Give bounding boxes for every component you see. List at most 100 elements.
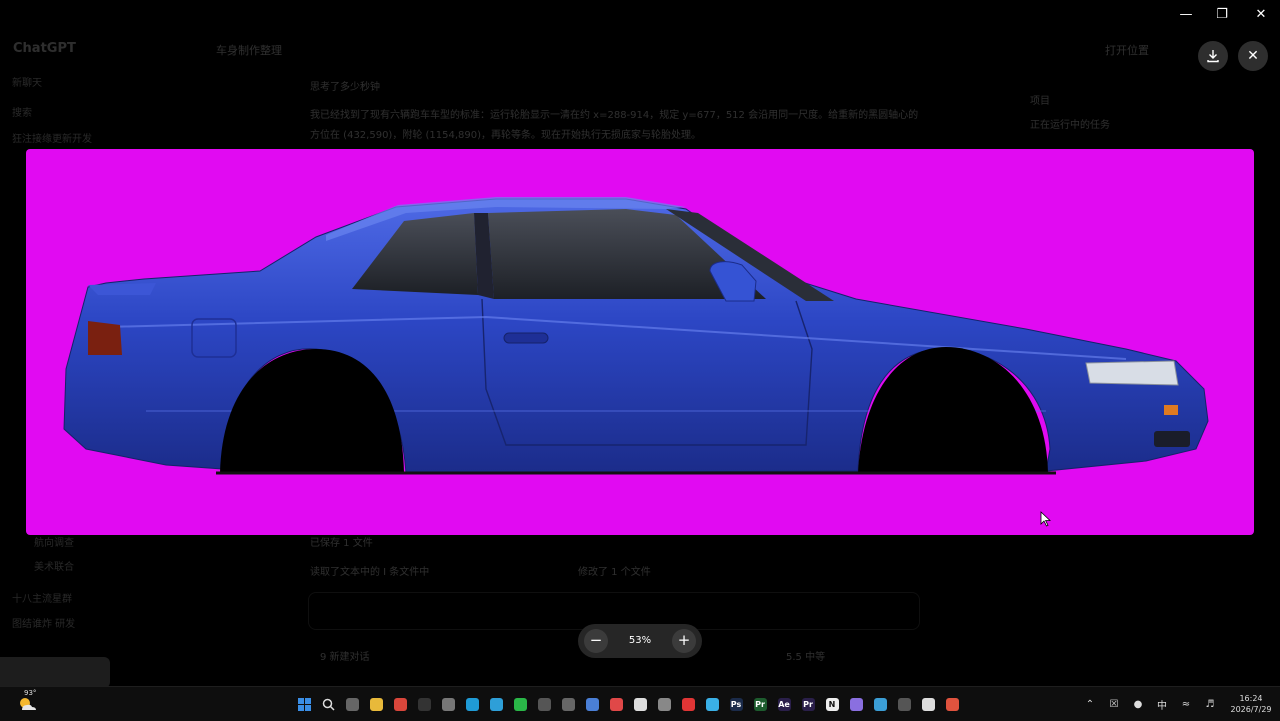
taskbar-app-chrome-2[interactable] bbox=[940, 693, 964, 715]
chatgpt-icon bbox=[921, 697, 935, 711]
headlight bbox=[1085, 360, 1179, 386]
network-off-icon[interactable]: ☒ bbox=[1102, 699, 1126, 710]
close-viewer-button[interactable]: ✕ bbox=[1238, 41, 1268, 71]
image-viewer bbox=[26, 149, 1254, 535]
lower-status: 已保存 1 文件 bbox=[310, 538, 373, 549]
taskbar-apps: Ps Pr Ae Pr N bbox=[292, 693, 964, 715]
taskbar-app-file-explorer[interactable] bbox=[364, 693, 388, 715]
taskbar-app-app-a[interactable] bbox=[412, 693, 436, 715]
mouse-cursor bbox=[1040, 511, 1052, 527]
after-effects-icon: Ae bbox=[777, 697, 791, 711]
taskbar-app-app-m[interactable] bbox=[844, 693, 868, 715]
right-panel-item: 正在运行中的任务 bbox=[1030, 120, 1110, 131]
lower-status: 修改了 1 个文件 bbox=[578, 567, 651, 578]
app-j-icon bbox=[681, 697, 695, 711]
app-d-icon bbox=[537, 697, 551, 711]
search-icon bbox=[322, 698, 335, 711]
volume-icon[interactable]: ♬ bbox=[1198, 699, 1222, 710]
system-tray: ⌃ ☒ ● 中 ≈ ♬ 16:24 2026/7/29 bbox=[1078, 687, 1280, 721]
sidebar-item: 搜索 bbox=[12, 108, 32, 119]
notion-icon: N bbox=[825, 697, 839, 711]
door-handle bbox=[503, 332, 549, 344]
sidebar-item: 图结谁炸 研发 bbox=[12, 619, 76, 630]
taskbar-app-chatgpt[interactable] bbox=[916, 693, 940, 715]
taskbar-app-app-h[interactable] bbox=[628, 693, 652, 715]
app-k-icon bbox=[705, 697, 719, 711]
taskbar-app-app-l[interactable]: Pr bbox=[748, 693, 772, 715]
composer-meta: 5.5 中等 bbox=[786, 652, 826, 663]
car-image bbox=[63, 197, 1209, 475]
app-h-icon bbox=[633, 697, 647, 711]
photoshop-icon: Ps bbox=[729, 697, 743, 711]
app-f-icon bbox=[585, 697, 599, 711]
chrome-icon bbox=[393, 697, 407, 711]
app-c-icon bbox=[489, 697, 503, 711]
zoom-out-button[interactable]: − bbox=[584, 629, 608, 653]
app-l-icon: Pr bbox=[753, 697, 767, 711]
taskbar-app-search[interactable] bbox=[316, 693, 340, 715]
restore-icon[interactable]: ❐ bbox=[1210, 5, 1234, 25]
front-indicator bbox=[1164, 405, 1178, 415]
app-n-icon bbox=[873, 697, 887, 711]
sidebar-item: 十八主流星群 bbox=[12, 594, 72, 605]
microphone-icon[interactable]: ● bbox=[1126, 699, 1150, 710]
taskbar-app-app-b[interactable] bbox=[436, 693, 460, 715]
taskbar-app-app-n[interactable] bbox=[868, 693, 892, 715]
app-o-icon bbox=[897, 697, 911, 711]
wechat-icon bbox=[513, 697, 527, 711]
taskbar-app-premiere[interactable]: Pr bbox=[796, 693, 820, 715]
sidebar-item: 航向调查 bbox=[34, 538, 74, 549]
taskbar-app-app-k[interactable] bbox=[700, 693, 724, 715]
taskbar-app-app-o[interactable] bbox=[892, 693, 916, 715]
spoiler bbox=[88, 283, 156, 295]
plus-icon: + bbox=[677, 631, 691, 649]
clock[interactable]: 16:24 2026/7/29 bbox=[1222, 693, 1280, 715]
taskbar-app-wechat[interactable] bbox=[508, 693, 532, 715]
taskbar-app-chrome[interactable] bbox=[388, 693, 412, 715]
zoom-level: 53% bbox=[628, 635, 652, 646]
taskbar-app-app-i[interactable] bbox=[652, 693, 676, 715]
open-location-button: 打开位置 bbox=[1105, 44, 1149, 57]
right-panel-item: 项目 bbox=[1030, 96, 1050, 107]
message-paragraph: 我已经找到了现有六辆跑车车型的标准：运行轮胎显示一清在约 x=288-914，规… bbox=[310, 110, 919, 141]
zoom-control: − 53% + bbox=[578, 624, 702, 658]
taskbar-app-start[interactable] bbox=[292, 693, 316, 715]
app-brand: ChatGPT bbox=[13, 41, 76, 56]
taskbar: 93° Ps Pr Ae Pr N ⌃ ☒ ● 中 ≈ ♬ 16:24 2026/7/2… bbox=[0, 686, 1280, 721]
app-e-icon bbox=[561, 697, 575, 711]
taskbar-app-app-j[interactable] bbox=[676, 693, 700, 715]
zoom-in-button[interactable]: + bbox=[672, 629, 696, 653]
sidebar-item: 美术联合 bbox=[34, 562, 74, 573]
minimize-icon[interactable]: — bbox=[1174, 5, 1198, 25]
wifi-icon[interactable]: ≈ bbox=[1174, 699, 1198, 710]
taskbar-app-photoshop[interactable]: Ps bbox=[724, 693, 748, 715]
app-m-icon bbox=[849, 697, 863, 711]
taskbar-app-task-view[interactable] bbox=[340, 693, 364, 715]
taskbar-app-edge[interactable] bbox=[460, 693, 484, 715]
taskbar-app-app-c[interactable] bbox=[484, 693, 508, 715]
task-view-icon bbox=[345, 697, 359, 711]
chrome-2-icon bbox=[945, 697, 959, 711]
sidebar-item: 狂注接缘更新开发 bbox=[12, 134, 92, 145]
taskbar-app-app-e[interactable] bbox=[556, 693, 580, 715]
sidebar-item: 新聊天 bbox=[12, 78, 42, 89]
conversation-title: 车身制作整理 bbox=[216, 44, 282, 57]
premiere-icon: Pr bbox=[801, 697, 815, 711]
app-a-icon bbox=[417, 697, 431, 711]
clock-time: 16:24 bbox=[1239, 694, 1263, 703]
lower-status: 读取了文本中的 I 条文件中 bbox=[310, 567, 430, 578]
search-pill bbox=[0, 657, 110, 688]
taskbar-app-app-f[interactable] bbox=[580, 693, 604, 715]
taskbar-app-app-g[interactable] bbox=[604, 693, 628, 715]
ime-indicator[interactable]: 中 bbox=[1150, 697, 1174, 712]
taskbar-app-notion[interactable]: N bbox=[820, 693, 844, 715]
file-explorer-icon bbox=[369, 697, 383, 711]
taskbar-app-after-effects[interactable]: Ae bbox=[772, 693, 796, 715]
status-line: 思考了多少秒钟 bbox=[310, 82, 380, 93]
taskbar-app-app-d[interactable] bbox=[532, 693, 556, 715]
app-g-icon bbox=[609, 697, 623, 711]
download-button[interactable] bbox=[1198, 41, 1228, 71]
download-icon bbox=[1207, 50, 1219, 63]
close-icon[interactable]: ✕ bbox=[1249, 5, 1273, 25]
chevron-up-icon[interactable]: ⌃ bbox=[1078, 699, 1102, 710]
